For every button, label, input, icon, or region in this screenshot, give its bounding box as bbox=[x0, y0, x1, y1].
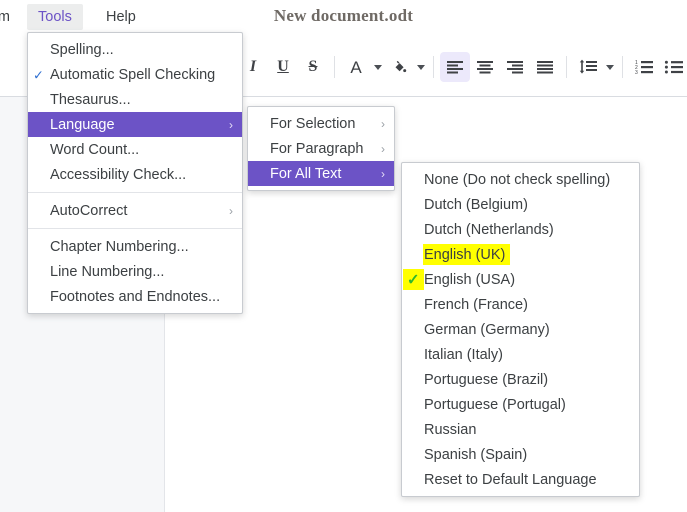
menu-item-label: Reset to Default Language bbox=[424, 471, 597, 488]
unordered-list-icon bbox=[664, 60, 683, 74]
menu-item-label: Accessibility Check... bbox=[50, 166, 187, 183]
strikethrough-icon: S bbox=[308, 58, 318, 75]
align-justify-icon bbox=[537, 61, 553, 74]
language-option-english-uk[interactable]: English (UK) bbox=[402, 242, 639, 267]
ordered-list-button[interactable]: 1 2 3 bbox=[629, 52, 659, 82]
chevron-right-icon: › bbox=[229, 117, 233, 132]
toolbar-separator bbox=[566, 56, 567, 78]
italic-icon: I bbox=[249, 58, 257, 75]
menu-item-label: French (France) bbox=[424, 296, 528, 313]
menu-item-spelling[interactable]: Spelling... bbox=[28, 37, 242, 62]
language-option-dutch-belgium[interactable]: Dutch (Belgium) bbox=[402, 192, 639, 217]
menu-item-label: Italian (Italy) bbox=[424, 346, 503, 363]
chevron-down-icon bbox=[416, 64, 425, 70]
language-option-portuguese-brazil[interactable]: Portuguese (Brazil) bbox=[402, 367, 639, 392]
menu-item-label: AutoCorrect bbox=[50, 202, 128, 219]
menu-item-automatic-spell-checking[interactable]: ✓ Automatic Spell Checking bbox=[28, 62, 242, 87]
menu-item-label: Dutch (Belgium) bbox=[424, 196, 528, 213]
toolbar-separator bbox=[334, 56, 335, 78]
highlight-color-button[interactable] bbox=[384, 52, 414, 82]
menu-item-label: Portuguese (Portugal) bbox=[424, 396, 566, 413]
language-list-submenu: None (Do not check spelling) Dutch (Belg… bbox=[401, 162, 640, 497]
font-color-icon: A bbox=[350, 57, 362, 77]
menu-item-label: Language bbox=[50, 116, 115, 133]
menu-item-label: Footnotes and Endnotes... bbox=[50, 288, 221, 305]
menu-item-for-all-text[interactable]: For All Text › bbox=[248, 161, 394, 186]
strikethrough-button[interactable]: S bbox=[298, 52, 328, 82]
chevron-down-icon bbox=[605, 64, 614, 70]
menu-item-label: Chapter Numbering... bbox=[50, 238, 189, 255]
language-option-russian[interactable]: Russian bbox=[402, 417, 639, 442]
align-justify-button[interactable] bbox=[530, 52, 560, 82]
align-left-button[interactable] bbox=[440, 52, 470, 82]
toolbar-separator bbox=[433, 56, 434, 78]
menu-item-label: Dutch (Netherlands) bbox=[424, 221, 554, 238]
menu-item-for-paragraph[interactable]: For Paragraph › bbox=[248, 136, 394, 161]
menu-item-for-selection[interactable]: For Selection › bbox=[248, 111, 394, 136]
menu-item-label: English (USA) bbox=[424, 271, 516, 288]
language-option-french-france[interactable]: French (France) bbox=[402, 292, 639, 317]
font-color-dropdown[interactable] bbox=[371, 52, 384, 82]
line-spacing-icon bbox=[579, 59, 597, 74]
chevron-right-icon: › bbox=[229, 203, 233, 218]
chevron-right-icon: › bbox=[381, 141, 385, 156]
svg-text:3: 3 bbox=[635, 70, 638, 75]
menu-item-thesaurus[interactable]: Thesaurus... bbox=[28, 87, 242, 112]
menu-item-label: English (UK) bbox=[424, 246, 506, 263]
highlight-color-dropdown[interactable] bbox=[414, 52, 427, 82]
chevron-down-icon bbox=[373, 64, 382, 70]
menu-item-label: None (Do not check spelling) bbox=[424, 171, 611, 188]
menu-item-word-count[interactable]: Word Count... bbox=[28, 137, 242, 162]
underline-button[interactable]: U bbox=[268, 52, 298, 82]
language-option-reset-to-default[interactable]: Reset to Default Language bbox=[402, 467, 639, 492]
menu-item-accessibility-check[interactable]: Accessibility Check... bbox=[28, 162, 242, 187]
unordered-list-button[interactable] bbox=[659, 52, 687, 82]
font-color-button[interactable]: A bbox=[341, 52, 371, 82]
underline-icon: U bbox=[277, 58, 289, 75]
language-option-german-germany[interactable]: German (Germany) bbox=[402, 317, 639, 342]
menu-item-footnotes-and-endnotes[interactable]: Footnotes and Endnotes... bbox=[28, 284, 242, 309]
language-option-spanish-spain[interactable]: Spanish (Spain) bbox=[402, 442, 639, 467]
check-icon: ✓ bbox=[33, 67, 44, 82]
language-option-none[interactable]: None (Do not check spelling) bbox=[402, 167, 639, 192]
menu-item-label: Russian bbox=[424, 421, 477, 438]
chevron-right-icon: › bbox=[381, 166, 385, 181]
language-option-portuguese-portugal[interactable]: Portuguese (Portugal) bbox=[402, 392, 639, 417]
menu-item-language[interactable]: Language › bbox=[28, 112, 242, 137]
menu-item-label: Portuguese (Brazil) bbox=[424, 371, 549, 388]
document-title: New document.odt bbox=[273, 6, 414, 25]
language-option-italian-italy[interactable]: Italian (Italy) bbox=[402, 342, 639, 367]
menu-item-line-numbering[interactable]: Line Numbering... bbox=[28, 259, 242, 284]
align-center-icon bbox=[477, 61, 493, 74]
chevron-right-icon: › bbox=[381, 116, 385, 131]
menu-item-label: Line Numbering... bbox=[50, 263, 165, 280]
ordered-list-icon: 1 2 3 bbox=[635, 60, 653, 75]
align-right-button[interactable] bbox=[500, 52, 530, 82]
menu-item-autocorrect[interactable]: AutoCorrect › bbox=[28, 198, 242, 223]
menu-item-chapter-numbering[interactable]: Chapter Numbering... bbox=[28, 234, 242, 259]
language-option-dutch-netherlands[interactable]: Dutch (Netherlands) bbox=[402, 217, 639, 242]
menu-item-label: Word Count... bbox=[50, 141, 140, 158]
menu-item-label: Automatic Spell Checking bbox=[50, 66, 216, 83]
line-spacing-button[interactable] bbox=[573, 52, 603, 82]
menu-item-label: For Selection bbox=[270, 115, 356, 132]
menu-separator bbox=[28, 192, 242, 193]
menu-item-label: For Paragraph bbox=[270, 140, 364, 157]
menu-item-label: For All Text bbox=[270, 165, 342, 182]
menu-separator bbox=[28, 228, 242, 229]
align-left-icon bbox=[447, 61, 463, 74]
menu-item-label: Thesaurus... bbox=[50, 91, 131, 108]
tools-menu: Spelling... ✓ Automatic Spell Checking T… bbox=[27, 32, 243, 314]
menu-item-label: German (Germany) bbox=[424, 321, 550, 338]
check-icon: ✓ bbox=[407, 271, 420, 288]
align-center-button[interactable] bbox=[470, 52, 500, 82]
language-option-english-usa[interactable]: ✓ English (USA) bbox=[402, 267, 639, 292]
line-spacing-dropdown[interactable] bbox=[603, 52, 616, 82]
align-right-icon bbox=[507, 61, 523, 74]
toolbar-separator bbox=[622, 56, 623, 78]
menu-item-label: Spanish (Spain) bbox=[424, 446, 528, 463]
menu-item-label: Spelling... bbox=[50, 41, 114, 58]
highlight-color-icon bbox=[395, 60, 407, 73]
language-submenu: For Selection › For Paragraph › For All … bbox=[247, 106, 395, 191]
